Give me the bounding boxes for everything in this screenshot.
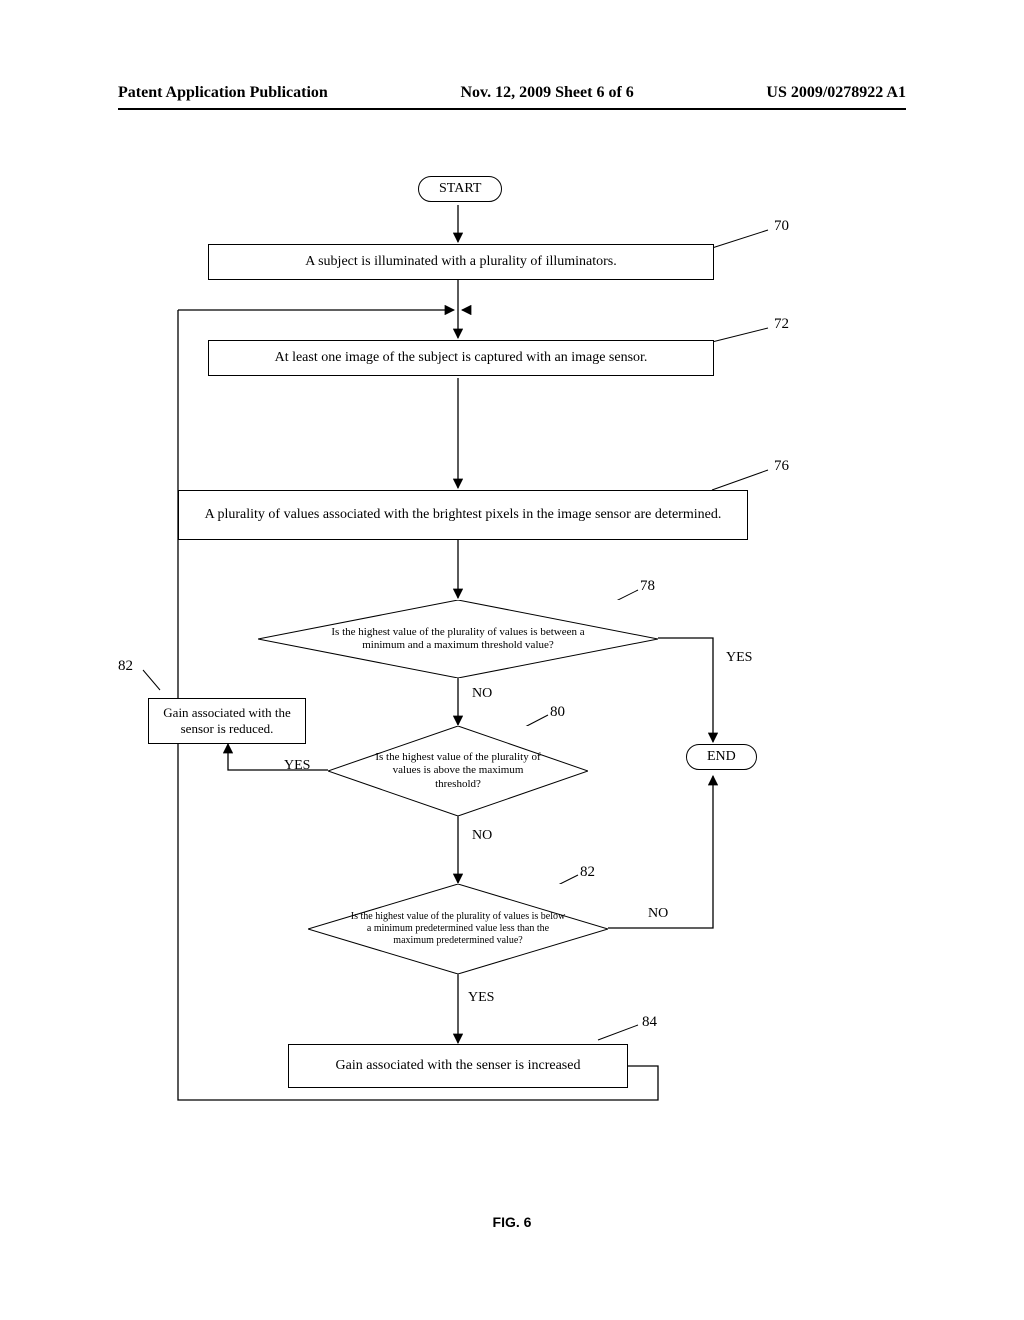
header-mid: Nov. 12, 2009 Sheet 6 of 6	[460, 84, 633, 102]
flowchart-diagram: START A subject is illuminated with a pl…	[118, 170, 906, 1200]
ref-82a: 82	[118, 658, 133, 675]
ref-76: 76	[774, 458, 789, 475]
ref-84: 84	[642, 1014, 657, 1031]
header-row: Patent Application Publication Nov. 12, …	[118, 84, 906, 102]
end-terminator: END	[686, 744, 757, 770]
ref-70: 70	[774, 218, 789, 235]
decision-78-text: Is the highest value of the plurality of…	[258, 600, 658, 678]
ref-72: 72	[774, 316, 789, 333]
process-reduce-gain: Gain associated with the sensor is reduc…	[148, 698, 306, 744]
process-increase-gain: Gain associated with the senser is incre…	[288, 1044, 628, 1088]
no-label-80: NO	[472, 828, 492, 844]
header-right: US 2009/0278922 A1	[766, 84, 906, 102]
decision-82-text: Is the highest value of the plurality of…	[308, 884, 608, 974]
decision-82: Is the highest value of the plurality of…	[308, 884, 608, 974]
yes-label-82: YES	[468, 990, 494, 1006]
page: Patent Application Publication Nov. 12, …	[0, 0, 1024, 1320]
ref-78: 78	[640, 578, 655, 595]
process-70: A subject is illuminated with a pluralit…	[208, 244, 714, 280]
increase-gain-text: Gain associated with the senser is incre…	[336, 1058, 581, 1074]
no-label-78: NO	[472, 686, 492, 702]
decision-78: Is the highest value of the plurality of…	[258, 600, 658, 678]
process-70-text: A subject is illuminated with a pluralit…	[305, 254, 616, 270]
process-72: At least one image of the subject is cap…	[208, 340, 714, 376]
no-label-82: NO	[648, 906, 668, 922]
end-label: END	[707, 749, 736, 764]
ref-82b: 82	[580, 864, 595, 881]
process-76-text: A plurality of values associated with th…	[205, 507, 722, 523]
header-left: Patent Application Publication	[118, 84, 328, 102]
start-terminator: START	[418, 176, 502, 202]
ref-80: 80	[550, 704, 565, 721]
reduce-gain-text: Gain associated with the sensor is reduc…	[155, 705, 299, 737]
process-76: A plurality of values associated with th…	[178, 490, 748, 540]
decision-80-text: Is the highest value of the plurality of…	[328, 726, 588, 816]
header-rule	[118, 108, 906, 110]
process-72-text: At least one image of the subject is cap…	[275, 350, 648, 366]
decision-80: Is the highest value of the plurality of…	[328, 726, 588, 816]
yes-label-78: YES	[726, 650, 752, 666]
start-label: START	[439, 181, 481, 196]
figure-caption: FIG. 6	[0, 1214, 1024, 1230]
yes-label-80: YES	[284, 758, 310, 774]
